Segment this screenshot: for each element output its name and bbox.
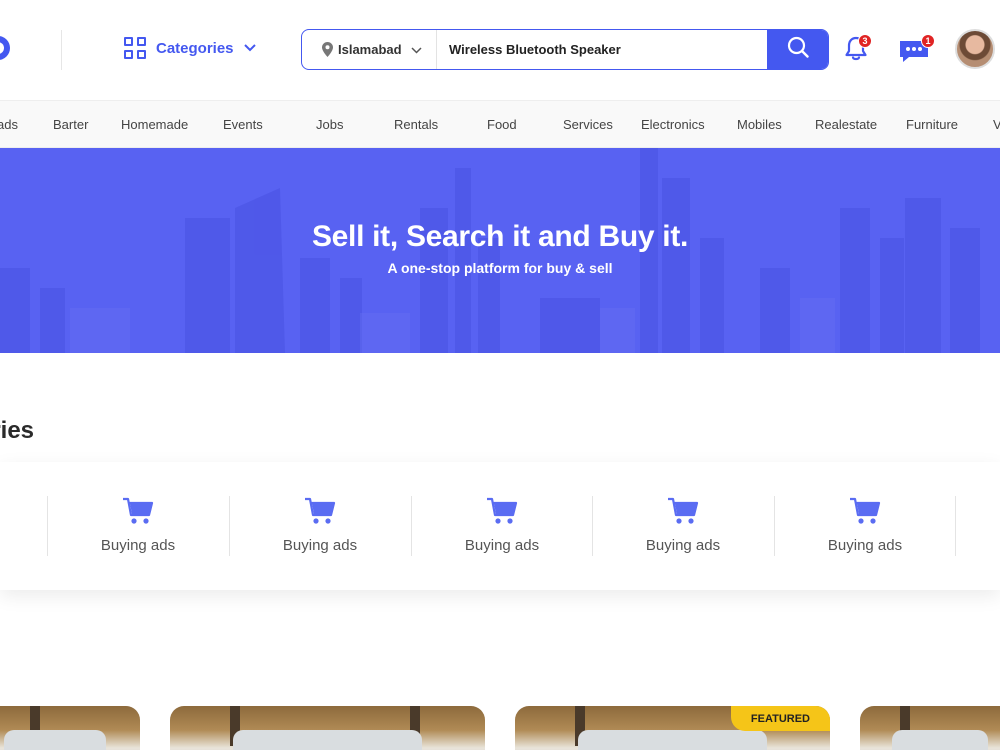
listing-card[interactable] xyxy=(0,706,140,750)
notifications-badge: 3 xyxy=(858,34,872,48)
category-item[interactable]: Buying ads xyxy=(47,496,229,556)
categories-button[interactable]: Categories xyxy=(124,35,256,61)
nav-item-ads[interactable]: ads xyxy=(0,117,18,132)
nav-item-mobiles[interactable]: Mobiles xyxy=(737,117,782,132)
categories-strip: Buying ads Buying ads Buying ads Buying … xyxy=(0,462,1000,590)
car-image xyxy=(578,730,767,750)
nav-item-barter[interactable]: Barter xyxy=(53,117,88,132)
nav-item-events[interactable]: Events xyxy=(223,117,263,132)
nav-item-rentals[interactable]: Rentals xyxy=(394,117,438,132)
car-image xyxy=(892,730,988,750)
category-label: Buying ads xyxy=(827,537,903,554)
cart-icon xyxy=(304,496,336,526)
nav-item-furniture[interactable]: Furniture xyxy=(906,117,958,132)
car-image xyxy=(4,730,106,750)
category-item[interactable]: Buying ads xyxy=(592,496,774,556)
notifications-button[interactable]: 3 xyxy=(843,34,872,67)
car-image xyxy=(233,730,422,750)
categories-section-title: gories xyxy=(0,417,35,444)
hero-subtitle: A one-stop platform for buy & sell xyxy=(387,260,613,276)
category-label: Buying ads xyxy=(464,537,540,554)
listing-card[interactable] xyxy=(170,706,485,750)
category-item[interactable]: Buying ads xyxy=(774,496,956,556)
cart-icon xyxy=(849,496,881,526)
category-divider xyxy=(955,496,956,556)
hero-banner: Sell it, Search it and Buy it. A one-sto… xyxy=(0,148,1000,353)
cart-icon xyxy=(667,496,699,526)
top-header: Categories Islamabad Wireless Bluetooth … xyxy=(0,0,1000,100)
category-label: Buying ads xyxy=(282,537,358,554)
chat-icon xyxy=(897,41,931,67)
header-divider xyxy=(61,30,62,70)
category-label: Buying ads xyxy=(100,537,176,554)
messages-button[interactable]: 1 xyxy=(897,34,935,67)
nav-item-electronics[interactable]: Electronics xyxy=(641,117,705,132)
location-label: Islamabad xyxy=(338,42,402,57)
nav-item-realestate[interactable]: Realestate xyxy=(815,117,877,132)
logo[interactable] xyxy=(0,36,10,60)
search-icon xyxy=(787,36,809,63)
featured-badge: FEATURED xyxy=(730,706,830,731)
category-label: Buying ads xyxy=(645,537,721,554)
messages-badge: 1 xyxy=(921,34,935,48)
chevron-down-icon xyxy=(243,41,256,55)
cart-icon xyxy=(122,496,154,526)
category-nav: ads Barter Homemade Events Jobs Rentals … xyxy=(0,100,1000,148)
avatar[interactable] xyxy=(955,29,995,69)
category-item-partial[interactable] xyxy=(0,496,48,556)
category-item[interactable]: Buying ads xyxy=(229,496,411,556)
bell-icon xyxy=(843,36,869,67)
nav-item-food[interactable]: Food xyxy=(487,117,517,132)
categories-label: Categories xyxy=(156,39,234,57)
listing-card[interactable] xyxy=(860,706,1000,750)
location-selector[interactable]: Islamabad xyxy=(302,30,437,69)
category-item[interactable]: Buying ads xyxy=(411,496,593,556)
listing-card[interactable]: FEATURED xyxy=(515,706,830,750)
search-bar: Islamabad xyxy=(301,29,829,70)
category-item-partial[interactable] xyxy=(955,496,1000,556)
grid-icon xyxy=(124,37,146,59)
location-pin-icon xyxy=(322,42,333,57)
search-button[interactable] xyxy=(767,30,828,69)
nav-item-more[interactable]: V xyxy=(993,117,1000,132)
nav-item-services[interactable]: Services xyxy=(563,117,613,132)
location-chevron-icon xyxy=(411,42,422,57)
hero-title: Sell it, Search it and Buy it. xyxy=(311,220,689,253)
nav-item-homemade[interactable]: Homemade xyxy=(121,117,188,132)
page: Categories Islamabad Wireless Bluetooth … xyxy=(0,0,1000,750)
cart-icon xyxy=(486,496,518,526)
nav-item-jobs[interactable]: Jobs xyxy=(316,117,343,132)
search-input[interactable] xyxy=(437,30,767,69)
